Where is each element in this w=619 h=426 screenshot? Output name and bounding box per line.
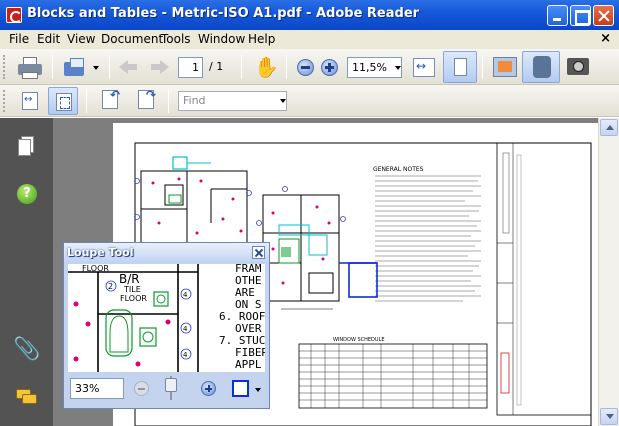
close-window-button[interactable] (593, 5, 614, 26)
actual-size-button[interactable] (15, 87, 45, 115)
secondary-toolbar (0, 85, 619, 117)
page-icon (454, 58, 467, 76)
notes-title: GENERAL NOTES (373, 166, 424, 173)
loupe-rectangle-color-swatch[interactable] (232, 380, 249, 397)
loupe-tool-button[interactable] (522, 51, 560, 83)
print-icon[interactable] (18, 57, 42, 79)
toolbar-grip[interactable] (3, 55, 6, 79)
hand-tool-icon[interactable]: ✋ (254, 55, 279, 79)
zoom-out-icon[interactable] (297, 59, 314, 76)
loupe-icon (533, 56, 551, 78)
page-number-input[interactable]: 1 (178, 57, 203, 78)
separator (109, 55, 110, 79)
previous-page-icon[interactable] (119, 58, 139, 76)
separator (168, 89, 169, 113)
separator (286, 55, 287, 79)
minimize-button[interactable] (547, 5, 568, 26)
loupe-marker-4b: 4 (183, 325, 188, 333)
loupe-zoom-slider[interactable] (165, 376, 177, 400)
menu-document[interactable]: Document (101, 32, 163, 46)
menu-help[interactable]: Help (248, 32, 275, 46)
menu-edit[interactable]: Edit (37, 32, 60, 46)
separator (52, 55, 53, 79)
loupe-zoom-input[interactable]: 33% (70, 378, 124, 399)
color-dropdown-icon[interactable] (255, 388, 261, 392)
email-dropdown-icon[interactable] (93, 66, 99, 70)
rotate-counterclockwise-icon[interactable]: ↶ (100, 88, 124, 112)
scroll-down-icon[interactable] (600, 408, 618, 425)
find-placeholder: Find (183, 94, 206, 107)
navigation-pane (0, 118, 53, 426)
rotate-clockwise-icon[interactable]: ↷ (136, 88, 160, 112)
find-input[interactable]: Find (178, 91, 287, 111)
snapshot-icon[interactable] (567, 58, 589, 75)
window-title: Blocks and Tables - Metric-ISO A1.pdf - … (27, 6, 420, 21)
loupe-marker-4a: 4 (183, 291, 188, 299)
menu-bar: File Edit View Document Tools Window Hel… (0, 30, 619, 49)
zoom-level-select[interactable]: 11,5% (347, 57, 402, 78)
separator (241, 55, 242, 79)
full-screen-icon[interactable] (493, 57, 517, 77)
email-icon[interactable] (64, 58, 86, 76)
fit-width-icon[interactable] (413, 58, 435, 77)
loupe-marker-4c: 4 (183, 351, 188, 359)
toolbar-grip[interactable] (3, 90, 6, 112)
slider-thumb[interactable] (165, 377, 177, 392)
loupe-title-bar[interactable]: Loupe Tool (64, 243, 269, 263)
loupe-note-line: APPL (235, 358, 262, 371)
zoom-value: 11,5% (352, 61, 387, 74)
actual-size-icon (22, 92, 38, 110)
menu-tools[interactable]: Tools (161, 32, 191, 46)
fit-visible-button[interactable] (48, 87, 78, 115)
loupe-title: Loupe Tool (67, 246, 134, 259)
next-page-icon[interactable] (149, 58, 169, 76)
close-document-button[interactable]: × (600, 31, 611, 46)
separator (482, 55, 483, 79)
loupe-floor-b: FLOOR (120, 294, 147, 303)
fit-visible-icon (56, 93, 72, 111)
loupe-close-icon[interactable] (252, 246, 265, 259)
vertical-scrollbar[interactable] (598, 118, 619, 426)
loupe-magnified-view[interactable]: FLOOR B/R TILE FLOOR 2 4 4 4 FRAM OTHE A… (68, 264, 265, 372)
find-dropdown-icon[interactable] (280, 99, 286, 103)
menu-file[interactable]: File (9, 32, 29, 46)
loupe-zoom-in-icon[interactable] (201, 381, 216, 396)
loupe-floor-a: FLOOR (82, 264, 109, 273)
loupe-drawing: FLOOR B/R TILE FLOOR 2 4 4 4 FRAM OTHE A… (68, 264, 265, 372)
loupe-zoom-out-icon[interactable] (134, 381, 149, 396)
separator (86, 89, 87, 113)
menu-view[interactable]: View (67, 32, 95, 46)
scroll-up-icon[interactable] (600, 119, 618, 136)
schedule-title: WINDOW SCHEDULE (333, 337, 385, 343)
title-bar: Blocks and Tables - Metric-ISO A1.pdf - … (0, 0, 619, 30)
page-total: / 1 (209, 60, 224, 73)
loupe-tile-label: TILE (123, 285, 141, 294)
fit-page-button[interactable] (443, 51, 477, 83)
maximize-button[interactable] (570, 5, 591, 26)
loupe-tool-window[interactable]: Loupe Tool FLOOR B/R TILE FLOOR 2 4 4 4 … (63, 242, 270, 409)
zoom-in-icon[interactable] (321, 59, 338, 76)
adobe-reader-icon[interactable] (6, 7, 22, 23)
loupe-room-label: B/R (119, 272, 140, 286)
menu-window[interactable]: Window (198, 32, 245, 46)
attachments-icon[interactable]: 📎 (13, 337, 40, 362)
loupe-marker-2: 2 (108, 282, 113, 291)
zoom-dropdown-icon[interactable] (395, 66, 401, 70)
